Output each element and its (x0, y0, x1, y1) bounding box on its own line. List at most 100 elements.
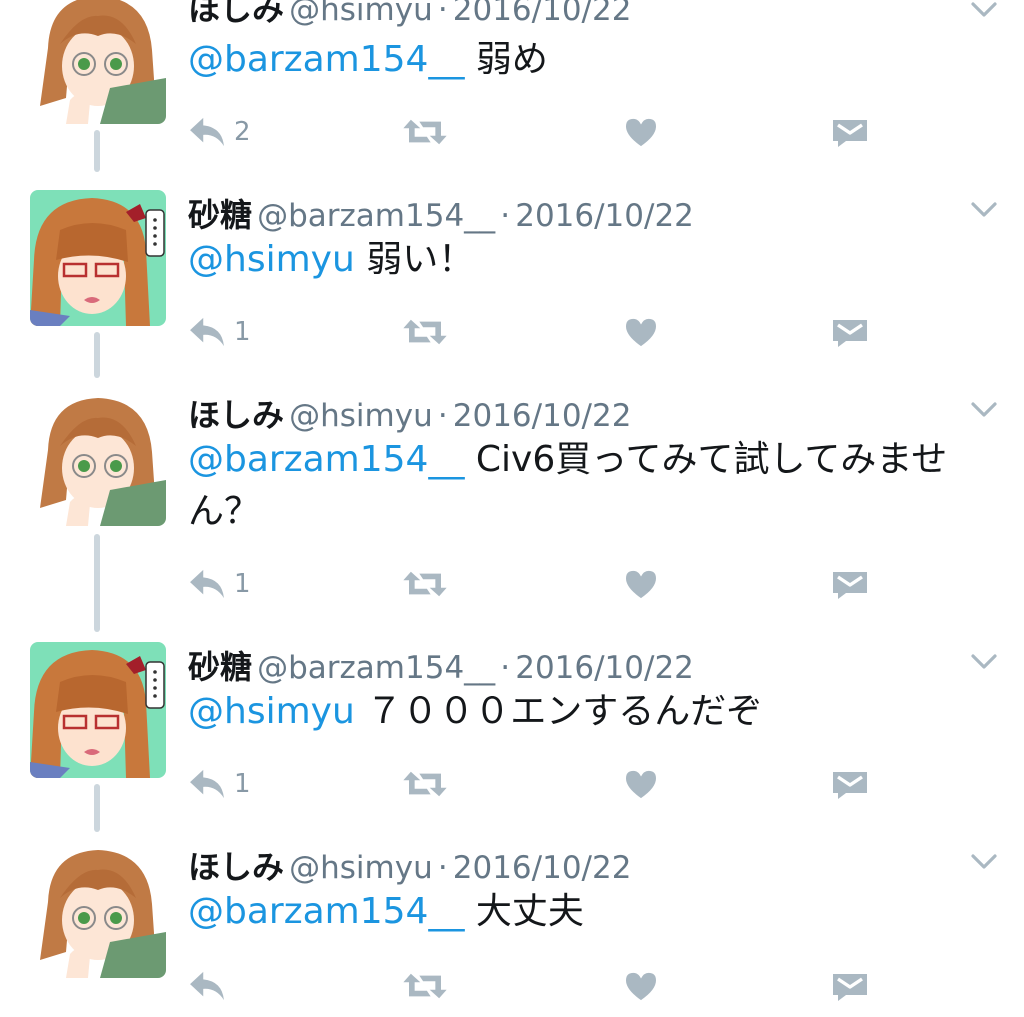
separator: · (437, 398, 448, 434)
retweet-icon (402, 568, 448, 600)
handle[interactable]: @barzam154__ (257, 198, 495, 234)
retweet-icon (402, 970, 448, 1002)
avatar[interactable] (30, 0, 166, 124)
chevron-down-icon[interactable] (970, 0, 998, 20)
mention-link[interactable]: @barzam154__ (188, 39, 464, 80)
display-name[interactable]: ほしみ (188, 0, 284, 28)
avatar[interactable] (30, 390, 166, 526)
tweet-header: 砂糖 @barzam154__ · 2016/10/22 (188, 642, 694, 686)
chevron-down-icon[interactable] (970, 400, 998, 420)
retweet-button[interactable] (402, 966, 448, 1006)
direct-message-button[interactable] (832, 764, 868, 804)
reply-button[interactable]: 1 (188, 312, 251, 352)
reply-button[interactable]: 1 (188, 564, 251, 604)
tweet[interactable]: ほしみ @hsimyu · 2016/10/22 @barzam154__ 弱め… (0, 0, 1024, 170)
reply-icon (188, 116, 226, 148)
tweet-actions (188, 966, 888, 1006)
tweet-text: @barzam154__ 弱め (188, 34, 998, 86)
mention-link[interactable]: @hsimyu (188, 691, 355, 732)
handle[interactable]: @hsimyu (289, 850, 433, 886)
tweet-text: @hsimyu ７０００エンするんだぞ (188, 686, 998, 738)
tweet-message: ７０００エンするんだぞ (366, 691, 763, 732)
tweet-message: 大丈夫 (475, 891, 584, 932)
timestamp[interactable]: 2016/10/22 (453, 0, 632, 28)
tweet-actions: 1 (188, 312, 888, 352)
reply-icon (188, 970, 226, 1002)
tweet-message: 弱め (475, 39, 548, 80)
retweet-icon (402, 316, 448, 348)
mention-link[interactable]: @barzam154__ (188, 891, 464, 932)
like-icon (624, 117, 658, 147)
like-button[interactable] (624, 112, 658, 152)
reply-button[interactable] (188, 966, 234, 1006)
tweet-header: ほしみ @hsimyu · 2016/10/22 (188, 842, 631, 886)
avatar[interactable] (30, 842, 166, 978)
tweet-actions: 1 (188, 564, 888, 604)
direct-message-icon (832, 117, 868, 147)
like-icon (624, 971, 658, 1001)
timestamp[interactable]: 2016/10/22 (453, 398, 632, 434)
separator: · (500, 198, 511, 234)
separator: · (437, 0, 448, 28)
direct-message-icon (832, 769, 868, 799)
timestamp[interactable]: 2016/10/22 (453, 850, 632, 886)
like-icon (624, 769, 658, 799)
like-button[interactable] (624, 312, 658, 352)
avatar[interactable] (30, 642, 166, 778)
display-name[interactable]: 砂糖 (188, 648, 252, 686)
tweet-text: @hsimyu 弱い！ (188, 234, 998, 286)
mention-link[interactable]: @hsimyu (188, 239, 355, 280)
handle[interactable]: @hsimyu (289, 0, 433, 28)
display-name[interactable]: 砂糖 (188, 196, 252, 234)
like-button[interactable] (624, 564, 658, 604)
retweet-icon (402, 116, 448, 148)
handle[interactable]: @barzam154__ (257, 650, 495, 686)
tweet-header: ほしみ @hsimyu · 2016/10/22 (188, 390, 631, 434)
direct-message-button[interactable] (832, 312, 868, 352)
reply-button[interactable]: 1 (188, 764, 251, 804)
retweet-icon (402, 768, 448, 800)
reply-icon (188, 568, 226, 600)
reply-count: 1 (234, 569, 251, 599)
tweet-text: @barzam154__ Civ6買ってみて試してみません？ (188, 434, 998, 538)
separator: · (500, 650, 511, 686)
tweet-text: @barzam154__ 大丈夫 (188, 886, 998, 938)
direct-message-button[interactable] (832, 112, 868, 152)
retweet-button[interactable] (402, 564, 448, 604)
direct-message-icon (832, 971, 868, 1001)
direct-message-icon (832, 317, 868, 347)
reply-count: 1 (234, 769, 251, 799)
retweet-button[interactable] (402, 112, 448, 152)
timestamp[interactable]: 2016/10/22 (515, 198, 694, 234)
handle[interactable]: @hsimyu (289, 398, 433, 434)
like-button[interactable] (624, 764, 658, 804)
retweet-button[interactable] (402, 764, 448, 804)
tweet-actions: 1 (188, 764, 888, 804)
direct-message-icon (832, 569, 868, 599)
tweet[interactable]: ほしみ @hsimyu · 2016/10/22 @barzam154__ Ci… (0, 388, 1024, 628)
chevron-down-icon[interactable] (970, 852, 998, 872)
tweet-header: 砂糖 @barzam154__ · 2016/10/22 (188, 190, 694, 234)
direct-message-button[interactable] (832, 564, 868, 604)
tweet[interactable]: 砂糖 @barzam154__ · 2016/10/22 @hsimyu 弱い！… (0, 188, 1024, 368)
tweet[interactable]: 砂糖 @barzam154__ · 2016/10/22 @hsimyu ７００… (0, 640, 1024, 820)
reply-icon (188, 316, 226, 348)
tweet[interactable]: ほしみ @hsimyu · 2016/10/22 @barzam154__ 大丈… (0, 840, 1024, 1017)
timestamp[interactable]: 2016/10/22 (515, 650, 694, 686)
like-icon (624, 569, 658, 599)
reply-count: 2 (234, 117, 251, 147)
display-name[interactable]: ほしみ (188, 396, 284, 434)
display-name[interactable]: ほしみ (188, 848, 284, 886)
chevron-down-icon[interactable] (970, 652, 998, 672)
mention-link[interactable]: @barzam154__ (188, 439, 464, 480)
like-button[interactable] (624, 966, 658, 1006)
direct-message-button[interactable] (832, 966, 868, 1006)
reply-button[interactable]: 2 (188, 112, 251, 152)
reply-icon (188, 768, 226, 800)
chevron-down-icon[interactable] (970, 200, 998, 220)
retweet-button[interactable] (402, 312, 448, 352)
avatar[interactable] (30, 190, 166, 326)
separator: · (437, 850, 448, 886)
tweet-actions: 2 (188, 112, 888, 152)
tweet-message: 弱い！ (366, 239, 475, 280)
